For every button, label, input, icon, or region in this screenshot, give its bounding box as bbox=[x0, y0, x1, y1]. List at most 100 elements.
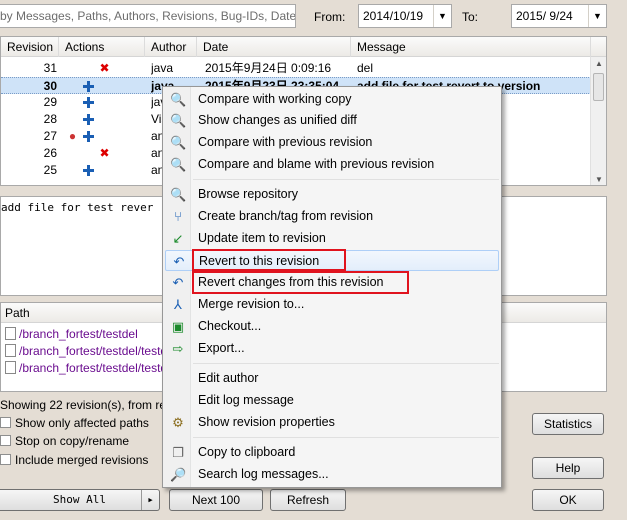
ok-button[interactable]: OK bbox=[532, 489, 604, 511]
to-date-value: 2015/ 9/24 bbox=[516, 9, 573, 23]
revision-cell: 26 bbox=[43, 146, 57, 160]
column-header[interactable]: Actions bbox=[59, 37, 145, 57]
menu-item-create-branch[interactable]: ⑂ Create branch/tag from revision bbox=[165, 206, 499, 227]
branch-icon: ⑂ bbox=[174, 209, 182, 224]
blame-icon: 🔍 bbox=[170, 157, 187, 172]
vertical-scrollbar[interactable]: ▲ ▼ bbox=[590, 57, 606, 185]
file-icon bbox=[5, 344, 16, 357]
add-action-icon bbox=[83, 165, 94, 176]
checkbox-label: Include merged revisions bbox=[15, 453, 149, 467]
menu-item-label: Merge revision to... bbox=[198, 297, 305, 311]
menu-item-label: Create branch/tag from revision bbox=[198, 209, 374, 223]
menu-item-compare-previous[interactable]: 🔍 Compare with previous revision bbox=[165, 132, 499, 153]
menu-item-label: Show changes as unified diff bbox=[198, 113, 357, 127]
menu-item-search-log[interactable]: 🔎 Search log messages... bbox=[165, 464, 499, 485]
checkbox-label: Stop on copy/rename bbox=[15, 434, 130, 448]
menu-item-checkout[interactable]: ▣ Checkout... bbox=[165, 316, 499, 337]
diff-icon: 🔍 bbox=[170, 113, 187, 128]
export-icon: ⇨ bbox=[172, 341, 184, 356]
revert-icon: ↶ bbox=[172, 275, 184, 290]
only-affected-checkbox[interactable]: Show only affected paths bbox=[0, 415, 149, 431]
add-action-icon bbox=[83, 81, 94, 92]
from-date-value: 2014/10/19 bbox=[363, 9, 424, 23]
from-date-picker[interactable]: 2014/10/19 ▼ bbox=[358, 4, 452, 28]
menu-item-label: Compare with working copy bbox=[198, 92, 352, 106]
menu-item-merge-revision[interactable]: ⅄ Merge revision to... bbox=[165, 294, 499, 315]
menu-item-edit-log-message[interactable]: Edit log message bbox=[165, 390, 499, 411]
show-all-label: Show All bbox=[53, 493, 106, 506]
include-merged-checkbox[interactable]: Include merged revisions bbox=[0, 452, 148, 468]
stop-on-copy-checkbox[interactable]: Stop on copy/rename bbox=[0, 433, 129, 449]
list-item[interactable]: /branch_fortest/testdel bbox=[5, 326, 138, 343]
menu-item-label: Copy to clipboard bbox=[198, 445, 296, 459]
delete-action-icon: ✖ bbox=[99, 146, 110, 160]
scroll-thumb[interactable] bbox=[593, 73, 604, 101]
chevron-down-icon[interactable]: ▼ bbox=[433, 5, 451, 27]
column-header[interactable]: Date bbox=[197, 37, 351, 57]
column-header[interactable]: Message bbox=[351, 37, 591, 57]
checkbox-box[interactable] bbox=[0, 454, 11, 465]
revision-cell: 27 bbox=[43, 129, 57, 143]
delete-action-icon: ✖ bbox=[99, 61, 110, 75]
menu-item-label: Compare and blame with previous revision bbox=[198, 157, 435, 171]
highlight-box-revert-changes bbox=[192, 271, 409, 294]
list-item[interactable]: /branch_fortest/testdel/testd bbox=[5, 343, 167, 360]
list-item[interactable]: /branch_fortest/testdel/testd bbox=[5, 360, 167, 377]
menu-item-compare-working-copy[interactable]: 🔍 Compare with working copy bbox=[165, 89, 499, 110]
statistics-button[interactable]: Statistics bbox=[532, 413, 604, 435]
log-message-text: add file for test rever bbox=[1, 201, 154, 214]
revert-icon: ↶ bbox=[173, 254, 185, 269]
refresh-button[interactable]: Refresh bbox=[270, 489, 346, 511]
column-header[interactable]: Author bbox=[145, 37, 197, 57]
menu-item-export[interactable]: ⇨ Export... bbox=[165, 338, 499, 359]
column-header[interactable]: Revision bbox=[1, 37, 59, 57]
compare-icon: 🔍 bbox=[170, 92, 187, 107]
merge-icon: ⅄ bbox=[174, 297, 182, 312]
to-date-picker[interactable]: 2015/ 9/24 ▼ bbox=[511, 4, 607, 28]
menu-separator bbox=[193, 363, 499, 364]
menu-item-label: Browse repository bbox=[198, 187, 299, 201]
copy-icon: ❐ bbox=[172, 445, 184, 460]
scroll-down-icon[interactable]: ▼ bbox=[591, 173, 606, 185]
next-100-button[interactable]: Next 100 bbox=[169, 489, 263, 511]
revision-cell: 25 bbox=[43, 163, 57, 177]
chevron-right-icon[interactable]: ▸ bbox=[141, 490, 159, 510]
search-filter-input[interactable]: by Messages, Paths, Authors, Revisions, … bbox=[0, 4, 296, 28]
menu-item-update-item[interactable]: ↙ Update item to revision bbox=[165, 228, 499, 249]
menu-item-revision-properties[interactable]: ⚙ Show revision properties bbox=[165, 412, 499, 433]
revision-cell: 31 bbox=[43, 61, 57, 75]
properties-icon: ⚙ bbox=[172, 415, 184, 430]
menu-item-label: Edit log message bbox=[198, 393, 294, 407]
highlight-box-revert-to-revision bbox=[192, 249, 346, 271]
checkbox-box[interactable] bbox=[0, 417, 11, 428]
compare-icon: 🔍 bbox=[170, 135, 187, 150]
browse-icon: 🔍 bbox=[170, 187, 187, 202]
file-icon bbox=[5, 327, 16, 340]
scroll-up-icon[interactable]: ▲ bbox=[591, 57, 606, 71]
menu-item-browse-repository[interactable]: 🔍 Browse repository bbox=[165, 184, 499, 205]
menu-item-label: Search log messages... bbox=[198, 467, 329, 481]
revision-cell: 28 bbox=[43, 112, 57, 126]
menu-item-copy-clipboard[interactable]: ❐ Copy to clipboard bbox=[165, 442, 499, 463]
menu-item-label: Export... bbox=[198, 341, 245, 355]
show-all-button[interactable]: Show All ▸ bbox=[0, 489, 160, 511]
checkbox-box[interactable] bbox=[0, 435, 11, 446]
date-cell: 2015年9月24日 0:09:16 bbox=[205, 61, 332, 75]
from-label: From: bbox=[314, 10, 346, 24]
menu-separator bbox=[193, 437, 499, 438]
path-text: /branch_fortest/testdel/testd bbox=[19, 344, 168, 358]
chevron-down-icon[interactable]: ▼ bbox=[588, 5, 606, 27]
add-action-icon bbox=[83, 97, 94, 108]
menu-item-label: Checkout... bbox=[198, 319, 262, 333]
table-row[interactable]: 31 ✖ java 2015年9月24日 0:09:16 del bbox=[1, 60, 591, 77]
checkbox-label: Show only affected paths bbox=[15, 416, 149, 430]
file-icon bbox=[5, 361, 16, 374]
menu-separator bbox=[193, 179, 499, 180]
message-cell: del bbox=[357, 61, 374, 75]
menu-item-edit-author[interactable]: Edit author bbox=[165, 368, 499, 389]
path-text: /branch_fortest/testdel/testd bbox=[19, 361, 168, 375]
help-button[interactable]: Help bbox=[532, 457, 604, 479]
menu-item-unified-diff[interactable]: 🔍 Show changes as unified diff bbox=[165, 110, 499, 131]
menu-item-label: Edit author bbox=[198, 371, 259, 385]
menu-item-compare-blame[interactable]: 🔍 Compare and blame with previous revisi… bbox=[165, 154, 499, 175]
